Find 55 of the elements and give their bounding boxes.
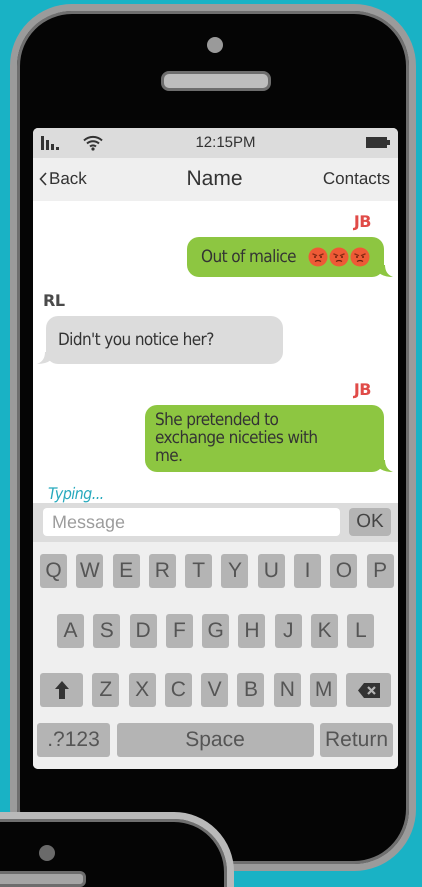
key[interactable]: Z bbox=[92, 673, 120, 708]
chevron-left-icon bbox=[39, 172, 47, 186]
backspace-key[interactable] bbox=[346, 673, 392, 708]
key[interactable]: P bbox=[366, 554, 394, 588]
back-button[interactable]: Back bbox=[39, 169, 186, 190]
angry-face-icon bbox=[329, 246, 349, 267]
return-key[interactable]: Return bbox=[320, 723, 393, 758]
key[interactable]: A bbox=[57, 614, 84, 648]
battery-icon bbox=[366, 137, 390, 148]
status-time: 12:15PM bbox=[194, 134, 256, 152]
key[interactable]: B bbox=[237, 673, 264, 708]
angry-face-icon bbox=[350, 246, 370, 267]
key[interactable]: K bbox=[311, 614, 338, 648]
camera-icon bbox=[207, 37, 223, 53]
message-input[interactable]: Message bbox=[43, 508, 340, 536]
key[interactable]: X bbox=[128, 673, 156, 708]
angry-face-icon bbox=[308, 246, 328, 267]
sender-name: RL bbox=[43, 290, 66, 310]
key[interactable]: T bbox=[185, 554, 212, 588]
key[interactable]: M bbox=[310, 673, 338, 708]
message-text: Didn't you notice her? bbox=[58, 330, 214, 349]
key[interactable]: G bbox=[202, 614, 230, 648]
typing-indicator: Typing... bbox=[48, 484, 105, 503]
key[interactable]: S bbox=[93, 614, 120, 648]
conversation-title: Name bbox=[186, 167, 243, 192]
ok-button[interactable]: OK bbox=[349, 508, 391, 536]
symbols-key[interactable]: .?123 bbox=[37, 723, 110, 758]
message-text: Out of malice bbox=[201, 248, 296, 266]
key[interactable]: Y bbox=[221, 554, 248, 588]
key[interactable]: J bbox=[274, 614, 302, 648]
speaker-icon bbox=[161, 71, 271, 91]
key[interactable]: O bbox=[330, 554, 358, 588]
signal-icon bbox=[41, 136, 61, 150]
backspace-icon bbox=[358, 682, 380, 698]
key[interactable]: N bbox=[274, 673, 301, 708]
key[interactable]: W bbox=[76, 554, 104, 588]
sender-name: JB bbox=[354, 380, 371, 399]
key[interactable]: C bbox=[164, 673, 192, 708]
key[interactable]: U bbox=[258, 554, 285, 588]
key[interactable]: R bbox=[148, 554, 176, 588]
key[interactable]: H bbox=[238, 614, 266, 648]
key[interactable]: L bbox=[347, 614, 374, 648]
shift-key[interactable] bbox=[40, 673, 83, 708]
key[interactable]: E bbox=[112, 554, 140, 588]
key[interactable]: V bbox=[201, 673, 228, 708]
message-text: She pretended to exchange niceties with me. bbox=[155, 410, 319, 465]
sender-name: JB bbox=[354, 212, 371, 231]
key[interactable]: I bbox=[294, 554, 322, 588]
shift-arrow-icon bbox=[54, 681, 68, 700]
space-key[interactable]: Space bbox=[116, 723, 314, 758]
contacts-button[interactable]: Contacts bbox=[322, 169, 390, 190]
key[interactable]: Q bbox=[40, 554, 67, 588]
wifi-icon bbox=[83, 134, 103, 151]
key[interactable]: F bbox=[166, 614, 193, 648]
key[interactable]: D bbox=[130, 614, 157, 648]
